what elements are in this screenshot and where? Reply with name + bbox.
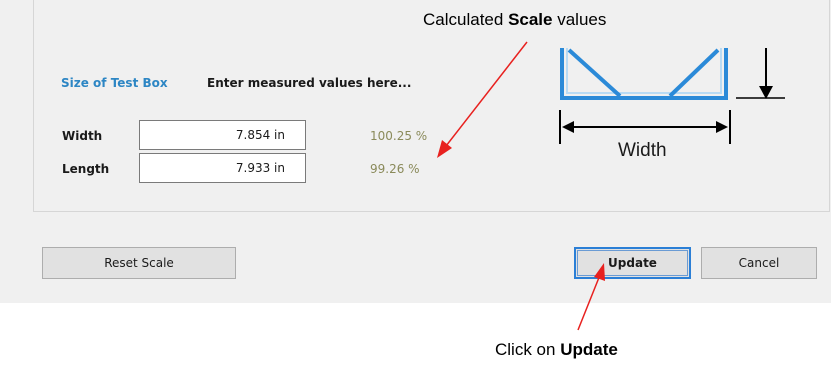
scale-annotation-arrow bbox=[437, 41, 528, 158]
update-annotation-arrow bbox=[577, 263, 605, 331]
annotation-arrows bbox=[437, 41, 605, 331]
